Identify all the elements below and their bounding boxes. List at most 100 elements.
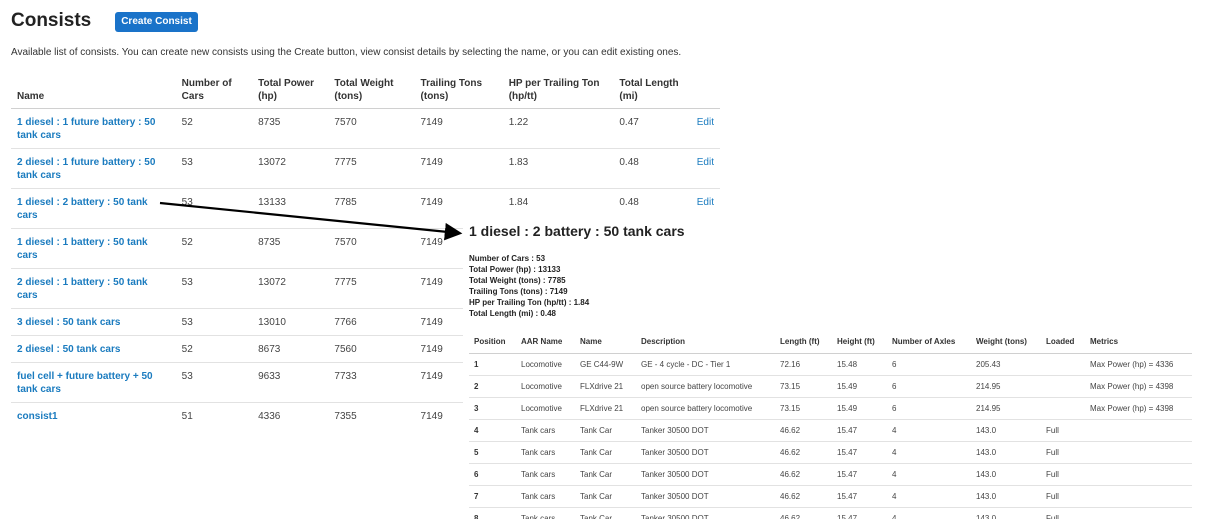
cell-hp-tt: 1.22	[502, 108, 614, 149]
header-number-of-axles: Number of Axles	[887, 332, 971, 354]
table-row: 2 diesel : 1 future battery : 50 tank ca…	[11, 148, 720, 189]
cell-aar-name: Tank cars	[516, 419, 575, 442]
table-row: 8 Tank cars Tank Car Tanker 30500 DOT 46…	[469, 507, 1192, 519]
cell-weight: 205.43	[971, 353, 1041, 376]
intro-text: Available list of consists. You can crea…	[11, 47, 682, 58]
cell-height: 15.47	[832, 463, 887, 486]
cell-cars: 52	[175, 335, 253, 363]
table-row: 4 Tank cars Tank Car Tanker 30500 DOT 46…	[469, 419, 1192, 442]
cell-weight: 7733	[328, 362, 415, 403]
cell-position: 4	[469, 419, 516, 442]
cell-height: 15.49	[832, 375, 887, 398]
cell-position: 7	[469, 485, 516, 508]
cell-description: Tanker 30500 DOT	[636, 463, 775, 486]
consist-name-link[interactable]: consist1	[17, 411, 58, 422]
cell-weight: 214.95	[971, 375, 1041, 398]
cell-vehicle-name: FLXdrive 21	[575, 375, 636, 398]
cell-power: 8735	[252, 108, 329, 149]
cell-weight: 143.0	[971, 507, 1041, 519]
cell-axles: 4	[887, 485, 971, 508]
cell-cars: 52	[175, 228, 253, 269]
cell-loaded	[1041, 375, 1085, 398]
cell-cars: 53	[175, 308, 253, 336]
cell-loaded: Full	[1041, 441, 1085, 464]
table-row: 2 Locomotive FLXdrive 21 open source bat…	[469, 375, 1192, 398]
table-row: 5 Tank cars Tank Car Tanker 30500 DOT 46…	[469, 441, 1192, 464]
cell-vehicle-name: Tank Car	[575, 441, 636, 464]
cell-length: 0.48	[613, 148, 691, 189]
consist-detail-panel: 1 diesel : 2 battery : 50 tank cars Numb…	[463, 216, 1206, 519]
cell-weight: 7560	[328, 335, 415, 363]
header-height: Height (ft)	[832, 332, 887, 354]
header-name: Name	[11, 77, 176, 109]
header-trailing-tons: Trailing Tons (tons)	[414, 77, 503, 109]
edit-link[interactable]: Edit	[697, 197, 714, 208]
table-row: 6 Tank cars Tank Car Tanker 30500 DOT 46…	[469, 463, 1192, 486]
cell-aar-name: Tank cars	[516, 441, 575, 464]
cell-vehicle-name: Tank Car	[575, 419, 636, 442]
consist-name-link[interactable]: fuel cell + future battery + 50 tank car…	[17, 371, 153, 395]
cell-weight: 7766	[328, 308, 415, 336]
cell-height: 15.47	[832, 485, 887, 508]
cell-axles: 6	[887, 375, 971, 398]
consist-name-link[interactable]: 3 diesel : 50 tank cars	[17, 317, 120, 328]
cell-height: 15.49	[832, 397, 887, 420]
cell-cars: 53	[175, 362, 253, 403]
cell-weight: 7785	[328, 188, 415, 229]
header-total-length: Total Length (mi)	[613, 77, 691, 109]
cell-axles: 4	[887, 507, 971, 519]
cell-weight: 7355	[334, 411, 357, 422]
header-position: Position	[469, 332, 516, 354]
cell-power: 13072	[252, 148, 329, 189]
cell-vehicle-name: FLXdrive 21	[575, 397, 636, 420]
cell-loaded: Full	[1041, 463, 1085, 486]
cell-loaded	[1041, 353, 1085, 376]
consist-name-link[interactable]: 2 diesel : 1 battery : 50 tank cars	[17, 277, 148, 301]
consist-name-link[interactable]: 1 diesel : 1 battery : 50 tank cars	[17, 237, 148, 261]
cell-height: 15.48	[832, 353, 887, 376]
header-vehicle-name: Name	[575, 332, 636, 354]
cell-vehicle-name: Tank Car	[575, 507, 636, 519]
cell-axles: 6	[887, 397, 971, 420]
edit-link[interactable]: Edit	[697, 157, 714, 168]
cell-position: 1	[469, 353, 516, 376]
cell-loaded: Full	[1041, 485, 1085, 508]
edit-link[interactable]: Edit	[697, 117, 714, 128]
cell-power: 4336	[258, 411, 281, 422]
cell-description: Tanker 30500 DOT	[636, 507, 775, 519]
cell-aar-name: Tank cars	[516, 463, 575, 486]
cell-position: 5	[469, 441, 516, 464]
cell-weight: 143.0	[971, 419, 1041, 442]
cell-aar-name: Locomotive	[516, 397, 575, 420]
table-row: 3 Locomotive FLXdrive 21 open source bat…	[469, 397, 1192, 420]
cell-length: 46.62	[775, 507, 832, 519]
summary-number-of-cars: Number of Cars : 53	[469, 254, 546, 263]
create-consist-button[interactable]: Create Consist	[115, 12, 198, 32]
cell-description: Tanker 30500 DOT	[636, 485, 775, 508]
header-aar-name: AAR Name	[516, 332, 575, 354]
cell-vehicle-name: Tank Car	[575, 463, 636, 486]
cell-weight: 7775	[328, 268, 415, 309]
cell-height: 15.47	[832, 419, 887, 442]
cell-length: 46.62	[775, 419, 832, 442]
cell-description: open source battery locomotive	[636, 397, 775, 420]
consist-name-link[interactable]: 2 diesel : 1 future battery : 50 tank ca…	[17, 157, 155, 181]
cell-hp-tt: 1.83	[502, 148, 614, 189]
cell-cars: 52	[175, 108, 253, 149]
header-weight: Weight (tons)	[971, 332, 1041, 354]
cell-axles: 4	[887, 463, 971, 486]
cell-weight: 214.95	[971, 397, 1041, 420]
header-total-weight: Total Weight (tons)	[328, 77, 415, 109]
cell-metrics	[1085, 507, 1192, 519]
consist-name-link[interactable]: 1 diesel : 1 future battery : 50 tank ca…	[17, 117, 155, 141]
cell-cars: 53	[175, 268, 253, 309]
cell-axles: 4	[887, 441, 971, 464]
consist-name-link[interactable]: 1 diesel : 2 battery : 50 tank cars	[17, 197, 148, 221]
cell-length: 46.62	[775, 441, 832, 464]
cell-position: 8	[469, 507, 516, 519]
cell-height: 15.47	[832, 441, 887, 464]
consist-name-link[interactable]: 2 diesel : 50 tank cars	[17, 344, 120, 355]
cell-loaded: Full	[1041, 419, 1085, 442]
cell-description: Tanker 30500 DOT	[636, 419, 775, 442]
page-title: Consists	[11, 10, 92, 31]
